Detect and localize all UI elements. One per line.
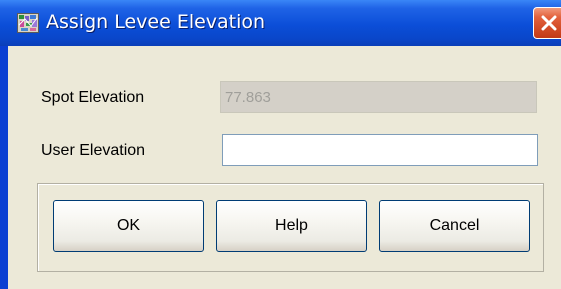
spot-elevation-field (220, 81, 537, 113)
window-title: Assign Levee Elevation (46, 11, 266, 33)
user-elevation-label: User Elevation (41, 142, 146, 159)
button-group: OK Help Cancel (37, 183, 544, 272)
cancel-button[interactable]: Cancel (379, 200, 530, 252)
close-icon (541, 15, 557, 31)
dialog-body: Spot Elevation User Elevation OK Help Ca… (8, 46, 561, 289)
help-button[interactable]: Help (216, 200, 367, 252)
user-elevation-input[interactable] (222, 134, 538, 166)
map-app-icon (17, 13, 39, 33)
ok-button[interactable]: OK (53, 200, 204, 252)
title-bar[interactable]: Assign Levee Elevation (0, 0, 561, 46)
close-button[interactable] (533, 7, 561, 39)
dialog-window: Assign Levee Elevation Spot Elevation Us… (0, 0, 561, 289)
spot-elevation-label: Spot Elevation (41, 89, 145, 106)
